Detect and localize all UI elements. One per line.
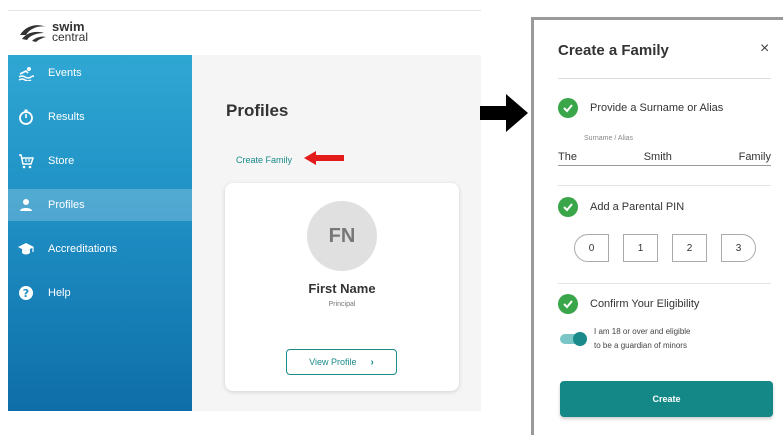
check-circle-icon (558, 197, 578, 217)
create-button[interactable]: Create (560, 381, 773, 417)
sidebar: Events Results Store Profiles Accreditat… (8, 55, 192, 411)
view-profile-button[interactable]: View Profile › (286, 349, 397, 375)
surname-value-part: Family (738, 150, 771, 163)
surname-input[interactable]: The Smith Family (558, 148, 771, 166)
sidebar-item-label: Accreditations (48, 243, 118, 255)
step-label: Provide a Surname or Alias (590, 102, 724, 114)
app-window: swim central Events Results Store Profil… (8, 10, 481, 411)
pin-digit-input[interactable]: 1 (623, 234, 658, 262)
eligibility-line: I am 18 or over and eligible (594, 327, 691, 336)
toggle-thumb (573, 332, 587, 346)
view-profile-label: View Profile (309, 357, 357, 367)
sidebar-item-label: Events (48, 67, 82, 79)
chevron-right-icon: › (370, 356, 374, 368)
sidebar-item-label: Store (48, 155, 75, 167)
person-icon (8, 197, 44, 213)
sidebar-item-help[interactable]: ? Help (8, 277, 192, 309)
pin-digit-input[interactable]: 2 (672, 234, 707, 262)
black-arrow-annotation-icon (480, 94, 528, 132)
step-eligibility: Confirm Your Eligibility (558, 294, 699, 314)
stopwatch-icon (8, 109, 44, 125)
profile-card: FN First Name Principal View Profile › (225, 183, 459, 391)
graduation-cap-icon (8, 241, 44, 257)
profile-name: First Name (308, 281, 376, 296)
pin-input-group: 0 1 2 3 (574, 234, 756, 262)
section-divider (558, 283, 771, 284)
eligibility-toggle[interactable] (560, 332, 587, 346)
sidebar-item-label: Results (48, 111, 85, 123)
swimmer-icon (8, 65, 44, 81)
sidebar-item-store[interactable]: Store (8, 145, 192, 177)
surname-field-label: Surname / Alias (584, 135, 634, 142)
logo-line-2: central (52, 30, 89, 44)
sidebar-item-results[interactable]: Results (8, 101, 192, 133)
swim-logo-icon (20, 25, 46, 42)
step-pin: Add a Parental PIN (558, 197, 684, 217)
sidebar-item-events[interactable]: Events (8, 57, 192, 89)
swim-central-logo[interactable]: swim central (18, 20, 89, 44)
eligibility-text: I am 18 or over and eligible to be a gua… (594, 325, 744, 353)
check-circle-icon (558, 98, 578, 118)
check-circle-icon (558, 294, 578, 314)
close-icon[interactable]: × (760, 40, 769, 58)
create-family-modal: Create a Family × Provide a Surname or A… (531, 17, 783, 435)
page-title: Profiles (226, 101, 289, 120)
top-bar: swim central (8, 11, 481, 55)
surname-value-part: The (558, 150, 577, 163)
surname-value-part: Smith (643, 150, 672, 163)
step-label: Add a Parental PIN (590, 201, 685, 213)
sidebar-item-accreditations[interactable]: Accreditations (8, 233, 192, 265)
modal-title: Create a Family (558, 42, 669, 59)
step-surname: Provide a Surname or Alias (558, 98, 723, 118)
main-content: Profiles Create Family FN First Name Pri… (192, 55, 481, 411)
logo-text: swim central (52, 20, 89, 44)
sidebar-item-label: Help (48, 287, 71, 299)
cart-icon (8, 153, 44, 169)
pin-digit-input[interactable]: 3 (721, 234, 756, 262)
red-arrow-annotation-icon (304, 151, 344, 165)
avatar: FN (307, 201, 377, 271)
help-icon: ? (8, 285, 44, 301)
section-divider (558, 185, 771, 186)
pin-digit-input[interactable]: 0 (574, 234, 609, 262)
modal-divider (558, 78, 771, 79)
sidebar-item-profiles[interactable]: Profiles (8, 189, 192, 221)
step-label: Confirm Your Eligibility (590, 298, 700, 310)
sidebar-item-label: Profiles (48, 199, 85, 211)
profile-role: Principal (328, 301, 356, 308)
svg-text:?: ? (23, 287, 29, 300)
create-family-link[interactable]: Create Family (236, 155, 292, 165)
eligibility-line: to be a guardian of minors (594, 341, 687, 350)
